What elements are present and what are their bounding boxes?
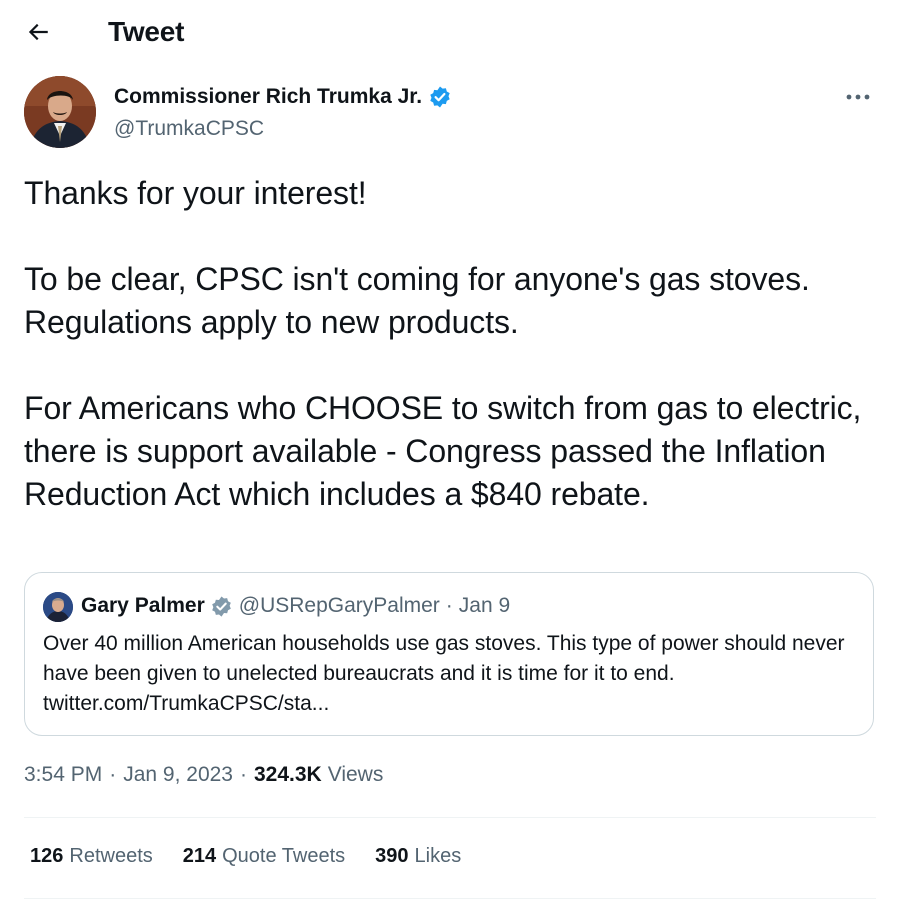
quote-tweets-label: Quote Tweets [222,845,346,867]
top-bar: Tweet [0,0,900,68]
page-title: Tweet [108,16,185,47]
retweets-stat[interactable]: 126 Retweets [30,845,153,868]
quote-date: Jan 9 [458,594,511,617]
arrow-left-icon [25,19,51,50]
more-horizontal-icon [845,88,871,106]
views-count: 324.3K [253,763,322,786]
tweet-text: Thanks for your interest! To be clear, C… [24,175,862,512]
tweet-date[interactable]: Jan 9, 2023 [123,763,233,787]
divider [24,898,876,899]
separator-dot: · [109,763,117,786]
back-button[interactable] [18,14,58,54]
tweet-stats: 126 Retweets 214 Quote Tweets 390 Likes [30,845,491,868]
likes-label: Likes [414,845,462,867]
separator-dot: · [445,594,453,617]
avatar[interactable] [24,76,96,148]
verified-badge-icon [428,85,452,109]
views-label: Views [327,763,384,786]
separator-dot: · [239,763,247,786]
author-handle[interactable]: @TrumkaCPSC [114,117,264,141]
tweet-meta: 3:54 PM · Jan 9, 2023 · 324.3K Views [24,763,383,787]
quote-tweets-count: 214 [182,845,217,867]
likes-count: 390 [375,845,409,867]
more-options-button[interactable] [840,82,876,112]
tweet-author: Commissioner Rich Trumka Jr. @TrumkaCPSC [24,76,876,152]
author-name-row: Commissioner Rich Trumka Jr. [114,85,452,109]
retweets-count: 126 [30,845,64,867]
quote-text: Over 40 million American households use … [43,632,845,715]
retweets-label: Retweets [69,845,153,867]
likes-stat[interactable]: 390 Likes [375,845,461,868]
quote-author-handle: @USRepGaryPalmer [238,594,440,617]
quote-header: Gary Palmer @USRepGaryPalmer · Jan 9 [81,594,510,618]
quoted-tweet[interactable]: Gary Palmer @USRepGaryPalmer · Jan 9 Ove… [24,572,874,736]
quote-author-name: Gary Palmer [81,594,205,617]
author-name[interactable]: Commissioner Rich Trumka Jr. [114,85,422,109]
quote-avatar [43,592,73,622]
verified-badge-icon [210,595,233,618]
divider [24,817,876,818]
quote-tweets-stat[interactable]: 214 Quote Tweets [183,845,345,868]
tweet-time[interactable]: 3:54 PM [24,763,102,787]
